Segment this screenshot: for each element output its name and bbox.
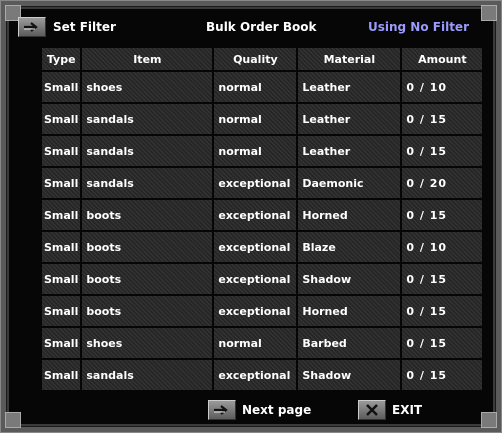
cell-amount: 0 / 15 [402,200,483,230]
set-filter-label[interactable]: Set Filter [53,16,116,38]
cell-material: Horned [298,296,401,326]
cell-type: Small [42,200,81,230]
frame-corner [5,412,21,428]
cell-amount: 0 / 15 [402,328,483,358]
page-title: Bulk Order Book [206,20,317,34]
cell-quality: normal [214,136,297,166]
cell-material: Daemonic [298,168,401,198]
table-row: Small boots exceptional Horned 0 / 15 [42,296,483,326]
cell-item: shoes [82,328,213,358]
table-row: Small shoes normal Leather 0 / 10 [42,72,483,102]
cell-material: Shadow [298,264,401,294]
cell-item: sandals [82,104,213,134]
column-header-amount: Amount [402,48,483,70]
table-row: Small boots exceptional Blaze 0 / 10 [42,232,483,262]
cell-type: Small [42,328,81,358]
cell-quality: exceptional [214,264,297,294]
frame-corner [481,5,497,21]
cell-quality: normal [214,328,297,358]
cell-material: Leather [298,104,401,134]
cell-type: Small [42,136,81,166]
table-row: Small shoes normal Barbed 0 / 15 [42,328,483,358]
cell-quality: normal [214,72,297,102]
table-row: Small sandals exceptional Daemonic 0 / 2… [42,168,483,198]
cell-quality: exceptional [214,168,297,198]
table-row: Small sandals normal Leather 0 / 15 [42,104,483,134]
cell-amount: 0 / 15 [402,296,483,326]
column-header-quality: Quality [214,48,297,70]
cell-material: Barbed [298,328,401,358]
column-header-material: Material [298,48,401,70]
table-header-row: Type Item Quality Material Amount [42,48,483,70]
next-page-label[interactable]: Next page [242,399,311,421]
cell-material: Shadow [298,360,401,390]
cell-amount: 0 / 10 [402,72,483,102]
cell-type: Small [42,296,81,326]
cell-item: shoes [82,72,213,102]
filter-status: Using No Filter [368,20,469,34]
table-row: Small boots exceptional Horned 0 / 15 [42,200,483,230]
bulk-order-table: Type Item Quality Material Amount Small … [40,46,484,392]
cell-material: Horned [298,200,401,230]
cell-amount: 0 / 20 [402,168,483,198]
cell-material: Blaze [298,232,401,262]
column-header-item: Item [82,48,213,70]
cell-item: boots [82,232,213,262]
cell-quality: exceptional [214,360,297,390]
cell-type: Small [42,232,81,262]
cell-type: Small [42,264,81,294]
cell-type: Small [42,104,81,134]
cell-quality: exceptional [214,232,297,262]
cell-quality: exceptional [214,200,297,230]
cell-item: sandals [82,136,213,166]
cell-item: boots [82,264,213,294]
cell-quality: exceptional [214,296,297,326]
next-page-button[interactable] [208,400,236,420]
cell-amount: 0 / 15 [402,264,483,294]
column-header-type: Type [42,48,81,70]
cell-amount: 0 / 15 [402,360,483,390]
frame-corner [481,412,497,428]
cell-amount: 0 / 10 [402,232,483,262]
cell-material: Leather [298,136,401,166]
cell-amount: 0 / 15 [402,136,483,166]
table-row: Small boots exceptional Shadow 0 / 15 [42,264,483,294]
table-row: Small sandals exceptional Shadow 0 / 15 [42,360,483,390]
table-row: Small sandals normal Leather 0 / 15 [42,136,483,166]
cell-quality: normal [214,104,297,134]
cell-type: Small [42,168,81,198]
set-filter-button[interactable] [18,17,46,37]
cell-type: Small [42,360,81,390]
cell-item: boots [82,296,213,326]
cell-amount: 0 / 15 [402,104,483,134]
cell-material: Leather [298,72,401,102]
cell-item: sandals [82,360,213,390]
cell-item: sandals [82,168,213,198]
cell-item: boots [82,200,213,230]
exit-label[interactable]: EXIT [392,399,422,421]
exit-button[interactable] [358,400,386,420]
cell-type: Small [42,72,81,102]
